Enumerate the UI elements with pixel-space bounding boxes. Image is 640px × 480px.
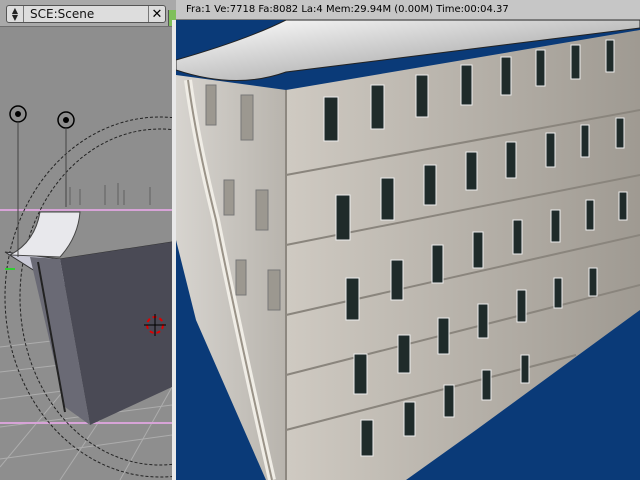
render-info-bar: Fra:1 Ve:7718 Fa:8082 La:4 Mem:29.94M (0…: [176, 0, 640, 20]
scene-selector[interactable]: ▲ ▼ SCE:Scene ✕: [6, 5, 166, 23]
rendered-building: [176, 20, 640, 480]
scene-name[interactable]: SCE:Scene: [24, 7, 148, 21]
close-icon[interactable]: ✕: [148, 6, 165, 22]
render-stats-text: Fra:1 Ve:7718 Fa:8082 La:4 Mem:29.94M (0…: [186, 4, 509, 15]
lamp-icon[interactable]: [57, 111, 75, 207]
up-down-arrows-icon[interactable]: ▲ ▼: [7, 6, 24, 22]
lamp-icon[interactable]: [9, 105, 27, 257]
3d-viewport[interactable]: [0, 27, 172, 480]
render-viewport[interactable]: [172, 20, 640, 480]
viewport-scene: [0, 105, 172, 480]
distant-buildings: [69, 183, 151, 205]
